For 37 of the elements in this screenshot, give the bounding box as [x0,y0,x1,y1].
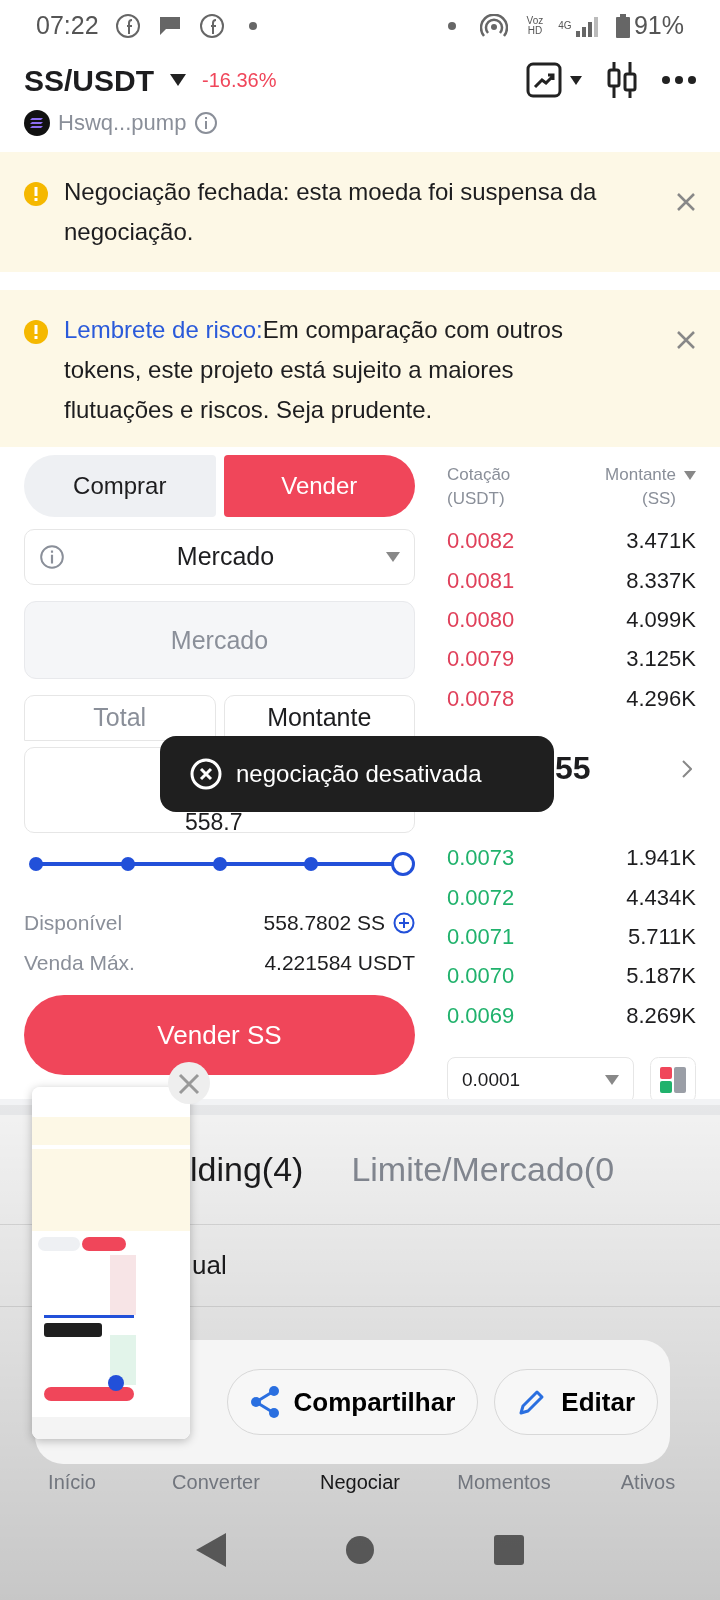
bid-price: 0.0073 [447,844,515,873]
network-label: 4G [557,21,573,31]
ask-amount: 3.125K [626,645,696,674]
bid-amount: 5.711K [627,922,696,951]
bid-price: 0.0072 [447,883,515,912]
bid-price: 0.0069 [447,1001,515,1030]
available-label: Disponível [24,910,123,937]
ask-amount: 3.471K [626,527,696,556]
ask-amount: 4.296K [626,684,696,713]
max-sell-value: 4.221584 USDT [264,950,415,977]
column-header: Cotação [447,464,511,486]
toast-message: negociação desativada [236,759,482,789]
bid-amount: 8.269K [626,1001,696,1030]
column-unit: (USDT) [447,489,505,508]
alert-message: Lembrete de risco:Em comparação com outros tokens, este projeto está sujeito a maiores flutuações e riscos. Seja prudente. [64,316,563,423]
price-change: -16.36% [202,68,277,93]
bid-amount: 5.187K [626,962,696,991]
ask-amount: 4.099K [626,605,696,634]
voice-label: Voz HD [525,16,545,36]
bid-price: 0.0070 [447,962,515,991]
bid-price: 0.0071 [447,922,515,951]
ask-price: 0.0082 [447,527,515,556]
ask-price: 0.0079 [447,645,515,674]
available-value: 558.7802 SS [263,910,385,937]
alert-message: Negociação fechada: esta moeda foi suspensa da negociação. [64,178,597,245]
battery-level: 91% [633,10,684,42]
bid-amount: 1.941K [626,844,696,873]
ask-amount: 8.337K [626,566,696,595]
bid-amount: 4.434K [626,883,696,912]
last-price: 55 [555,748,591,788]
column-header: Montante [605,464,676,486]
ask-price: 0.0080 [447,605,515,634]
max-sell-label: Venda Máx. [24,950,135,977]
ask-price: 0.0081 [447,566,515,595]
clock: 07:22 [36,10,99,42]
column-unit: (SS) [642,489,676,508]
ask-price: 0.0078 [447,684,515,713]
